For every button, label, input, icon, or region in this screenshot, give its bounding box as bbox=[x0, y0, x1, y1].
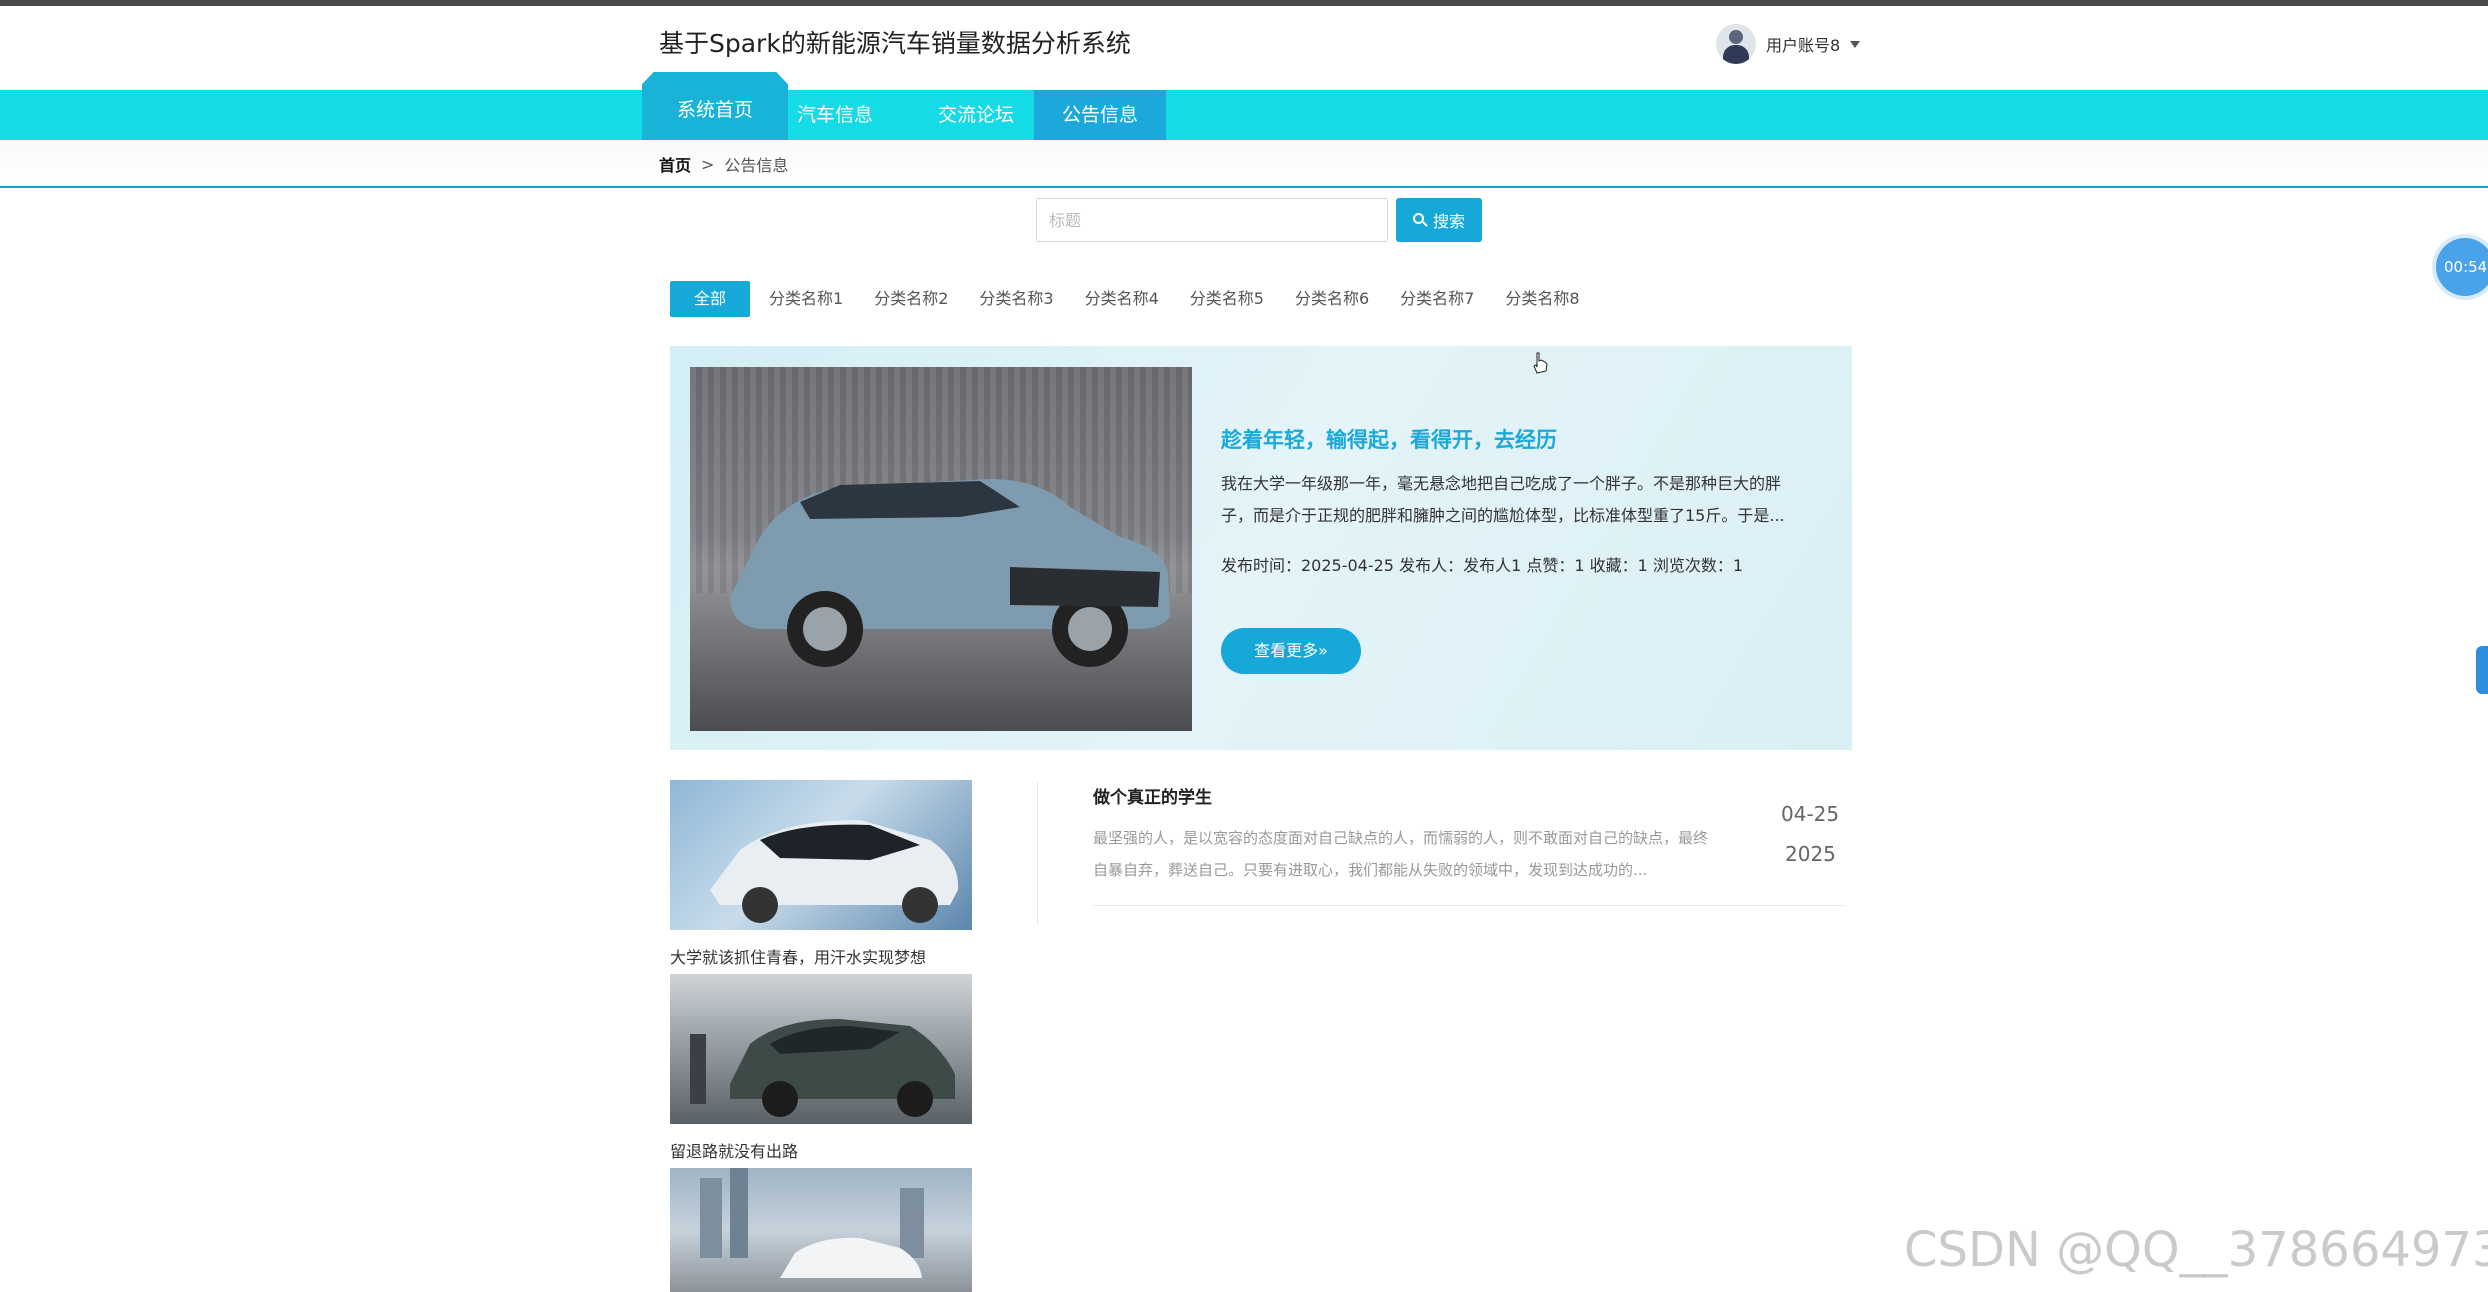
category-item[interactable]: 分类名称2 bbox=[865, 281, 957, 317]
article-title[interactable]: 做个真正的学生 bbox=[1093, 783, 1212, 808]
breadcrumb-current: 公告信息 bbox=[724, 156, 789, 175]
column-divider bbox=[1037, 782, 1038, 924]
category-filter: 全部 分类名称1 分类名称2 分类名称3 分类名称4 分类名称5 分类名称6 分… bbox=[670, 281, 1602, 317]
side-list-image[interactable] bbox=[670, 780, 972, 930]
main-nav: 系统首页 汽车信息 交流论坛 公告信息 bbox=[0, 72, 2488, 140]
avatar bbox=[1716, 24, 1756, 64]
article-date-year: 2025 bbox=[1785, 842, 1836, 866]
side-list-image[interactable] bbox=[670, 1168, 972, 1292]
featured-notice: 趁着年轻，输得起，看得开，去经历 我在大学一年级那一年，毫无悬念地把自己吃成了一… bbox=[670, 346, 1852, 750]
side-list-caption[interactable]: 大学就该抓住青春，用汗水实现梦想 bbox=[670, 944, 926, 968]
watermark: CSDN @QQ__3786649731 bbox=[1904, 1222, 2488, 1278]
category-item[interactable]: 分类名称5 bbox=[1181, 281, 1273, 317]
nav-item-forum[interactable]: 交流论坛 bbox=[916, 90, 1036, 140]
featured-image[interactable] bbox=[690, 367, 1192, 731]
view-more-button[interactable]: 查看更多» bbox=[1221, 628, 1361, 674]
side-float-tab[interactable] bbox=[2476, 646, 2488, 694]
article-date-month-day: 04-25 bbox=[1781, 802, 1840, 826]
category-item[interactable]: 分类名称3 bbox=[970, 281, 1062, 317]
category-item[interactable]: 分类名称8 bbox=[1496, 281, 1588, 317]
breadcrumb-home[interactable]: 首页 bbox=[659, 152, 691, 176]
user-name: 用户账号8 bbox=[1766, 36, 1841, 55]
site-header: 基于Spark的新能源汽车销量数据分析系统 用户账号8 bbox=[0, 6, 2488, 90]
search-button[interactable]: 搜索 bbox=[1396, 198, 1482, 242]
featured-title[interactable]: 趁着年轻，输得起，看得开，去经历 bbox=[1221, 424, 1557, 454]
nav-item-home[interactable]: 系统首页 bbox=[642, 72, 788, 140]
side-list-caption[interactable]: 留退路就没有出路 bbox=[670, 1138, 798, 1162]
article-description: 最坚强的人，是以宽容的态度面对自己缺点的人，而懦弱的人，则不敢面对自己的缺点，最… bbox=[1093, 829, 1709, 879]
featured-meta: 发布时间：2025-04-25 发布人：发布人1 点赞：1 收藏：1 浏览次数：… bbox=[1221, 556, 1744, 575]
user-menu[interactable]: 用户账号8 bbox=[1716, 20, 1861, 68]
breadcrumb-bar: 首页 > 公告信息 bbox=[0, 140, 2488, 188]
category-all[interactable]: 全部 bbox=[670, 281, 750, 317]
category-item[interactable]: 分类名称7 bbox=[1391, 281, 1483, 317]
site-title: 基于Spark的新能源汽车销量数据分析系统 bbox=[659, 29, 1131, 58]
nav-item-notice[interactable]: 公告信息 bbox=[1034, 90, 1166, 140]
nav-item-car-info[interactable]: 汽车信息 bbox=[782, 90, 888, 140]
chevron-down-icon bbox=[1850, 40, 1861, 48]
search-button-label: 搜索 bbox=[1432, 212, 1465, 231]
breadcrumb-separator: > bbox=[701, 154, 715, 174]
category-item[interactable]: 分类名称6 bbox=[1286, 281, 1378, 317]
hand-cursor-icon bbox=[1533, 352, 1548, 374]
timer-badge[interactable]: 00:54 bbox=[2436, 238, 2488, 296]
category-item[interactable]: 分类名称1 bbox=[760, 281, 852, 317]
article-list-item[interactable]: 做个真正的学生 最坚强的人，是以宽容的态度面对自己缺点的人，而懦弱的人，则不敢面… bbox=[1093, 780, 1845, 906]
search-input[interactable] bbox=[1036, 198, 1388, 242]
search-icon bbox=[1412, 213, 1428, 227]
featured-description: 我在大学一年级那一年，毫无悬念地把自己吃成了一个胖子。不是那种巨大的胖子，而是介… bbox=[1221, 474, 1785, 525]
breadcrumb: 首页 > 公告信息 bbox=[659, 152, 788, 176]
category-item[interactable]: 分类名称4 bbox=[1076, 281, 1168, 317]
side-list-image[interactable] bbox=[670, 974, 972, 1124]
